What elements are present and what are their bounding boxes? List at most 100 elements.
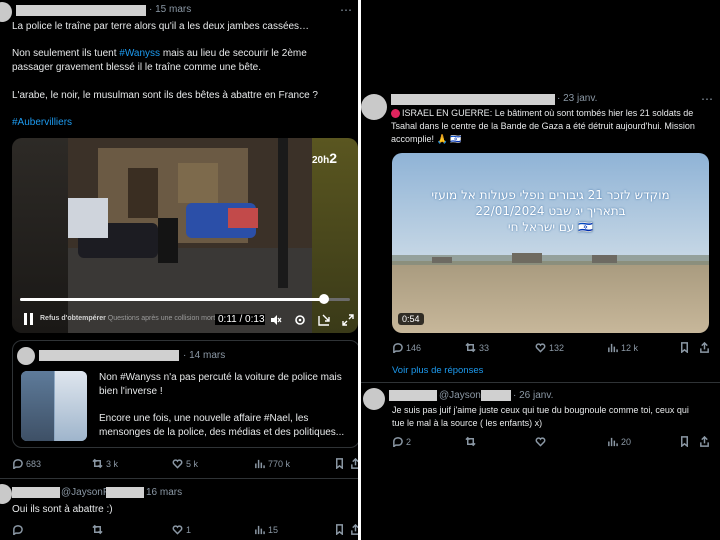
video-overlay-text: מוקדש לזכר 21 גיבורים נופלי פעולות אל מו…: [431, 188, 670, 202]
tweet-text-line: Non seulement ils tuent #Wanyss mais au …: [12, 48, 307, 59]
tweet-text-line: Tsahal dans le centre de la Bande de Gaz…: [391, 121, 695, 131]
quoted-text-line: Encore une fois, une nouvelle affaire #N…: [99, 413, 309, 424]
video-overlay-text: עם ישראל חי 🇮🇱: [507, 220, 594, 234]
settings-gear-icon[interactable]: [294, 314, 306, 326]
quoted-text-line: bien l'inverse !: [99, 386, 163, 397]
views-button[interactable]: 20: [607, 436, 631, 447]
reply-handle[interactable]: @JaysonP: [61, 487, 110, 498]
mute-icon[interactable]: [270, 314, 282, 326]
like-button[interactable]: 132: [535, 342, 564, 353]
redacted-handle: [106, 487, 144, 498]
tweet-text-line: accomplie! 🙏 🇮🇱: [391, 134, 462, 144]
reply-text-line: Je suis pas juif j'aime juste ceux qui t…: [392, 405, 689, 415]
views-button[interactable]: 15: [254, 524, 278, 535]
video-duration-badge: 0:54: [398, 313, 424, 325]
video-blur-left: [12, 138, 68, 333]
tweet-text-line: La police le traîne par terre alors qu'i…: [12, 21, 310, 32]
tweet-text-line: L'arabe, le noir, le musulman sont ils d…: [12, 90, 318, 101]
video-player[interactable]: מוקדש לזכר 21 גיבורים נופלי פעולות אל מו…: [392, 153, 709, 333]
like-button[interactable]: 5 k: [172, 458, 198, 469]
hashtag-link[interactable]: #Aubervilliers: [12, 116, 72, 129]
video-time: 0:11 / 0:13: [215, 314, 265, 325]
views-button[interactable]: 770 k: [254, 458, 290, 469]
video-scrubber-handle[interactable]: [318, 294, 329, 304]
divider: [0, 478, 358, 479]
reply-icon: [393, 343, 403, 353]
repost-button[interactable]: 33: [465, 342, 489, 353]
views-button[interactable]: 12 k: [607, 342, 638, 353]
video-progress-track[interactable]: [20, 298, 350, 301]
heart-icon: [172, 459, 183, 469]
views-bar-icon: [255, 525, 265, 535]
repost-button[interactable]: [465, 436, 476, 447]
quoted-tweet-card[interactable]: · 14 mars Non #Wanyss n'a pas percuté la…: [12, 340, 358, 448]
bookmark-icon[interactable]: [679, 436, 690, 447]
views-bar-icon: [608, 437, 618, 447]
video-blur-right: [312, 138, 358, 333]
reply-text: Oui ils sont à abattre :): [12, 504, 113, 515]
repost-icon: [92, 524, 103, 535]
tweet-text-line: passager gravement blessé il le traîne c…: [12, 62, 262, 73]
share-icon[interactable]: [350, 524, 358, 535]
reply-icon: [13, 459, 23, 469]
repost-icon: [465, 342, 476, 353]
show-more-replies-link[interactable]: Voir plus de réponses: [392, 365, 483, 376]
redacted-display-name: [389, 390, 437, 401]
quoted-text-line: mensonges de la police, des médias et de…: [99, 427, 345, 438]
repost-button[interactable]: 3 k: [92, 458, 118, 469]
quoted-text-line: Non #Wanyss n'a pas percuté la voiture d…: [99, 372, 342, 383]
left-thread-panel: · 15 mars ⋯ La police le traîne par terr…: [0, 0, 358, 540]
more-options-icon[interactable]: ⋯: [701, 92, 713, 106]
like-button[interactable]: 1: [172, 524, 191, 535]
bookmark-icon[interactable]: [334, 524, 345, 535]
quoted-media-thumbnail[interactable]: [21, 371, 87, 441]
like-button[interactable]: [535, 436, 546, 447]
fullscreen-icon[interactable]: [342, 314, 354, 326]
avatar[interactable]: [361, 94, 387, 120]
picture-in-picture-icon[interactable]: [318, 314, 330, 326]
reply-button[interactable]: 2: [392, 436, 411, 447]
reply-text-line: tue le mal à la source ( les enfants) x): [392, 418, 543, 428]
tweet-date: · 14 mars: [183, 350, 226, 361]
share-icon[interactable]: [699, 342, 710, 353]
reply-date[interactable]: 16 mars: [146, 487, 182, 498]
share-icon[interactable]: [350, 458, 358, 469]
heart-icon: [535, 343, 546, 353]
avatar[interactable]: [363, 388, 385, 410]
video-caption: Refus d'obtempérer Questions après une c…: [40, 315, 232, 322]
share-icon[interactable]: [699, 436, 710, 447]
reply-date[interactable]: · 26 janv.: [513, 390, 553, 401]
redacted-username: [391, 94, 555, 105]
redacted-handle: [481, 390, 511, 401]
tweet-date[interactable]: · 23 janv.: [557, 93, 597, 104]
reply-button[interactable]: [12, 524, 23, 535]
redacted-username: [16, 5, 146, 16]
views-bar-icon: [255, 459, 265, 469]
reply-icon: [393, 437, 403, 447]
channel-logo: 20h2: [312, 150, 338, 166]
avatar: [17, 347, 35, 365]
video-progress-fill: [20, 298, 324, 301]
tweet-date[interactable]: · 15 mars: [149, 4, 191, 15]
bookmark-icon[interactable]: [679, 342, 690, 353]
heart-icon: [535, 437, 546, 447]
avatar[interactable]: [0, 484, 12, 504]
hashtag-link[interactable]: #Wanyss: [119, 48, 160, 59]
more-options-icon[interactable]: ⋯: [340, 3, 352, 17]
avatar[interactable]: [0, 2, 12, 22]
bookmark-icon[interactable]: [334, 458, 345, 469]
tweet-text-line: ISRAEL EN GUERRE: Le bâtiment où sont to…: [402, 108, 694, 118]
video-player[interactable]: 20h2 Refus d'obtempérer Questions après …: [12, 138, 358, 333]
redacted-display-name: [12, 487, 60, 498]
views-bar-icon: [608, 343, 618, 353]
pause-icon[interactable]: [24, 313, 34, 325]
reply-button[interactable]: 683: [12, 458, 41, 469]
repost-icon: [92, 458, 103, 469]
repost-button[interactable]: [92, 524, 103, 535]
video-frame: [392, 153, 709, 333]
divider: [361, 382, 720, 383]
right-thread-panel: · 23 janv. ⋯ ISRAEL EN GUERRE: Le bâtime…: [361, 0, 720, 540]
reply-button[interactable]: 146: [392, 342, 421, 353]
reply-icon: [13, 525, 23, 535]
heart-icon: [172, 525, 183, 535]
